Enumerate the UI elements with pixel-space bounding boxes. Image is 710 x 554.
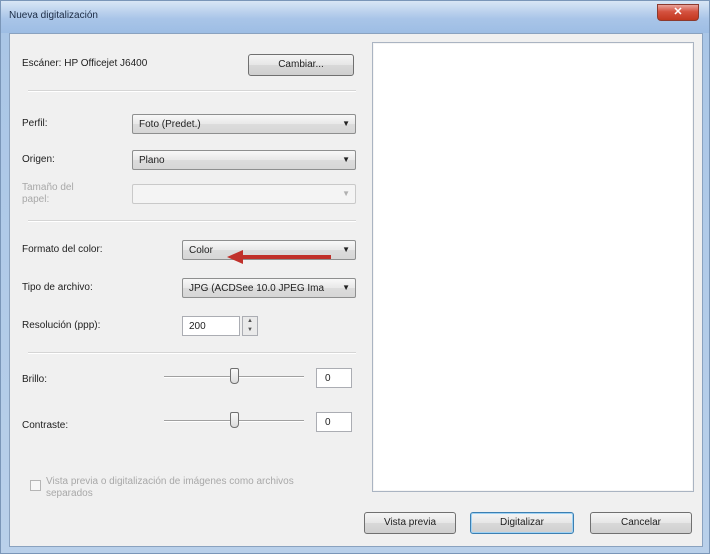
- source-dropdown[interactable]: Plano ▼: [132, 150, 356, 170]
- change-scanner-button[interactable]: Cambiar...: [248, 54, 354, 76]
- profile-label: Perfil:: [22, 118, 48, 129]
- window-title: Nueva digitalización: [9, 10, 98, 21]
- scan-button[interactable]: Digitalizar: [470, 512, 574, 534]
- preview-button[interactable]: Vista previa: [364, 512, 456, 534]
- contrast-label: Contraste:: [22, 420, 69, 431]
- separate-files-label: Vista previa o digitalización de imágene…: [46, 476, 294, 499]
- scanner-label: Escáner: HP Officejet J6400: [22, 58, 148, 69]
- profile-value: Foto (Predet.): [139, 119, 201, 130]
- resolution-label: Resolución (ppp):: [22, 320, 101, 331]
- profile-dropdown[interactable]: Foto (Predet.) ▼: [132, 114, 356, 134]
- brightness-value: 0: [325, 373, 331, 384]
- separator: [28, 90, 356, 92]
- file-type-dropdown[interactable]: JPG (ACDSee 10.0 JPEG Ima ▼: [182, 278, 356, 298]
- paper-size-label: Tamaño del papel:: [22, 182, 74, 205]
- source-value: Plano: [139, 155, 165, 166]
- scan-preview-area: [372, 42, 694, 492]
- chevron-down-icon: ▼: [342, 155, 350, 164]
- brightness-slider-thumb[interactable]: [230, 368, 239, 384]
- separator: [28, 352, 356, 354]
- file-type-label: Tipo de archivo:: [22, 282, 93, 293]
- red-arrow-icon: [227, 250, 331, 264]
- resolution-value: 200: [189, 321, 206, 332]
- file-type-value: JPG (ACDSee 10.0 JPEG Ima: [189, 283, 325, 294]
- resolution-input[interactable]: 200: [182, 316, 240, 336]
- chevron-down-icon: ▼: [342, 245, 350, 254]
- brightness-input[interactable]: 0: [316, 368, 352, 388]
- contrast-slider-thumb[interactable]: [230, 412, 239, 428]
- separator: [28, 220, 356, 222]
- dialog-content: Escáner: HP Officejet J6400 Cambiar... P…: [9, 33, 703, 547]
- close-button[interactable]: ✕: [657, 4, 699, 21]
- chevron-down-icon: ▼: [342, 283, 350, 292]
- cancel-button[interactable]: Cancelar: [590, 512, 692, 534]
- separate-files-checkbox[interactable]: [30, 480, 41, 491]
- chevron-down-icon: ▼: [342, 119, 350, 128]
- brightness-label: Brillo:: [22, 374, 48, 385]
- spin-down-icon[interactable]: ▼: [243, 326, 257, 335]
- chevron-down-icon: ▼: [342, 189, 350, 198]
- color-format-label: Formato del color:: [22, 244, 103, 255]
- close-icon: ✕: [673, 6, 683, 18]
- contrast-input[interactable]: 0: [316, 412, 352, 432]
- source-label: Origen:: [22, 154, 55, 165]
- spin-up-icon[interactable]: ▲: [243, 317, 257, 326]
- resolution-spinner[interactable]: ▲ ▼: [242, 316, 258, 336]
- paper-size-dropdown: ▼: [132, 184, 356, 204]
- contrast-value: 0: [325, 417, 331, 428]
- title-bar[interactable]: Nueva digitalización ✕: [1, 1, 709, 33]
- scan-dialog-window: Nueva digitalización ✕ Escáner: HP Offic…: [0, 0, 710, 554]
